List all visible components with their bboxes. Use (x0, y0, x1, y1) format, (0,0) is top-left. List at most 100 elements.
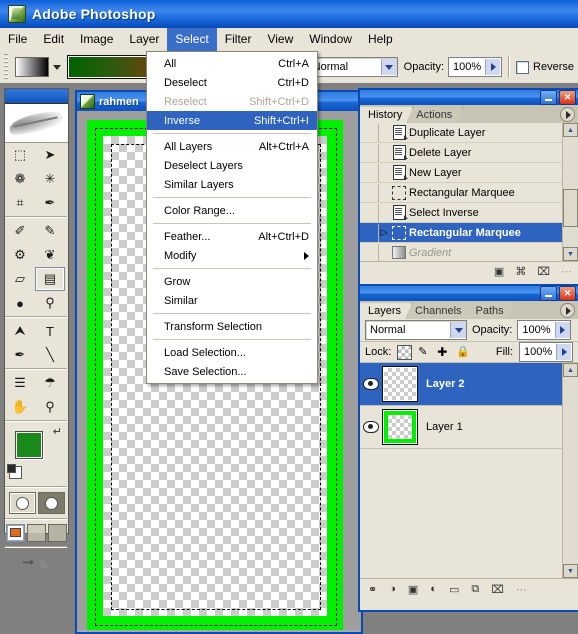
history-state-row[interactable]: New Layer (360, 163, 578, 183)
tab-paths[interactable]: Paths (468, 303, 515, 319)
menu-item-color-range[interactable]: Color Range... (147, 201, 317, 220)
blur-tool[interactable]: ● (5, 291, 35, 315)
menu-edit[interactable]: Edit (35, 28, 72, 51)
menu-window[interactable]: Window (301, 28, 360, 51)
menu-item-transform-selection[interactable]: Transform Selection (147, 317, 317, 336)
menu-item-modify[interactable]: Modify (147, 246, 317, 265)
panel-resize-grip[interactable]: ⋯ (516, 583, 527, 596)
history-source-box[interactable] (360, 123, 379, 142)
default-colors-icon[interactable] (7, 464, 22, 479)
menu-item-feather[interactable]: Feather... Alt+Ctrl+D (147, 227, 317, 246)
tab-actions[interactable]: Actions (408, 107, 463, 123)
lock-position-icon[interactable]: ✚ (437, 345, 450, 359)
jump-to-imageready-icon[interactable]: ➞ ◣ (5, 549, 68, 573)
layer-row-selected[interactable]: Layer 2 (360, 363, 578, 406)
menu-view[interactable]: View (259, 28, 301, 51)
lock-all-icon[interactable]: 🔒 (456, 346, 470, 359)
menu-item-load-selection[interactable]: Load Selection... (147, 343, 317, 362)
tab-history[interactable]: History (360, 107, 413, 123)
menu-filter[interactable]: Filter (217, 28, 260, 51)
pen-tool[interactable]: ✒ (5, 343, 35, 367)
chevron-down-icon[interactable] (380, 59, 397, 75)
chevron-down-icon[interactable] (450, 322, 466, 338)
menu-item-similar-layers[interactable]: Similar Layers (147, 175, 317, 194)
eyedropper-tool[interactable]: ☂ (35, 371, 65, 395)
lock-image-pixels-icon[interactable]: ✎ (418, 346, 431, 359)
new-group-icon[interactable]: ▭ (449, 583, 459, 596)
gradient-preset-swatch[interactable] (15, 57, 49, 77)
standard-mode-icon[interactable] (8, 492, 36, 514)
close-icon[interactable]: ✕ (559, 90, 576, 105)
chevron-down-icon[interactable] (53, 64, 61, 70)
history-state-row-undone[interactable]: Gradient (360, 243, 578, 261)
history-source-box[interactable] (360, 203, 379, 222)
history-source-box[interactable] (360, 223, 379, 242)
scroll-down-arrow-icon[interactable]: ▼ (563, 564, 578, 578)
opacity-slider-arrow-icon[interactable] (554, 322, 570, 338)
rectangular-marquee-tool[interactable]: ⬚ (5, 143, 35, 167)
history-source-box[interactable] (360, 163, 379, 182)
eraser-tool[interactable]: ▱ (5, 267, 35, 291)
menu-item-grow[interactable]: Grow (147, 272, 317, 291)
menu-select[interactable]: Select (167, 28, 217, 51)
delete-state-trash-icon[interactable]: ⌧ (537, 265, 550, 278)
layer-mask-icon[interactable]: ▣ (408, 583, 418, 596)
lock-transparency-icon[interactable] (397, 344, 413, 360)
lasso-tool[interactable]: ❁ (5, 167, 35, 191)
notes-tool[interactable]: ☰ (5, 371, 35, 395)
magic-wand-tool[interactable]: ✳ (35, 167, 65, 191)
history-state-list[interactable]: Duplicate Layer Delete Layer New Layer R… (360, 123, 578, 261)
layer-style-icon[interactable]: ◑ (389, 583, 396, 595)
quick-mask-mode-icon[interactable] (37, 492, 65, 514)
crop-tool[interactable]: ⌗ (5, 191, 35, 215)
delete-layer-trash-icon[interactable]: ⌧ (491, 583, 504, 596)
layer-blend-mode-select[interactable]: Normal (365, 320, 467, 340)
layer-visibility-toggle[interactable] (360, 421, 382, 433)
scroll-up-arrow-icon[interactable]: ▲ (563, 363, 578, 377)
history-source-box[interactable] (360, 183, 379, 202)
minimize-button[interactable] (540, 286, 557, 301)
layer-visibility-toggle[interactable] (360, 378, 382, 390)
history-state-row[interactable]: Delete Layer (360, 143, 578, 163)
panel-menu-icon[interactable] (560, 303, 575, 318)
link-layers-icon[interactable]: ⚭ (368, 583, 377, 596)
new-layer-icon[interactable]: ⧉ (471, 583, 479, 596)
menu-item-all[interactable]: All Ctrl+A (147, 54, 317, 73)
layers-list[interactable]: Layer 2 Layer 1 ▲ ▼ (360, 363, 578, 578)
history-scrollbar[interactable]: ▲ ▼ (562, 123, 578, 261)
layer-row[interactable]: Layer 1 (360, 406, 578, 449)
history-source-box[interactable] (360, 243, 379, 261)
history-source-box[interactable] (360, 143, 379, 162)
options-bar-gripper[interactable] (2, 54, 11, 80)
menu-item-inverse[interactable]: Inverse Shift+Ctrl+I (147, 111, 317, 130)
brush-tool[interactable]: ✎ (35, 219, 65, 243)
scroll-up-arrow-icon[interactable]: ▲ (563, 123, 578, 137)
menu-item-save-selection[interactable]: Save Selection... (147, 362, 317, 381)
minimize-button[interactable] (540, 90, 557, 105)
tab-layers[interactable]: Layers (360, 303, 412, 319)
foreground-color-swatch[interactable] (15, 431, 43, 459)
move-tool[interactable]: ➤ (35, 143, 65, 167)
dodge-tool[interactable]: ⚲ (35, 291, 65, 315)
history-state-row-current[interactable]: ▷ Rectangular Marquee (360, 223, 578, 243)
gradient-tool[interactable]: ▤ (35, 267, 65, 291)
history-state-row[interactable]: Rectangular Marquee (360, 183, 578, 203)
panel-resize-grip[interactable]: ⋯ (561, 265, 572, 278)
close-icon[interactable]: ✕ (559, 286, 576, 301)
menu-item-all-layers[interactable]: All Layers Alt+Ctrl+A (147, 137, 317, 156)
menu-image[interactable]: Image (72, 28, 121, 51)
menu-item-similar[interactable]: Similar (147, 291, 317, 310)
history-panel-title-bar[interactable]: ✕ (360, 90, 578, 105)
path-selection-tool[interactable]: ⮝ (5, 319, 35, 343)
menu-item-deselect[interactable]: Deselect Ctrl+D (147, 73, 317, 92)
layer-thumbnail[interactable] (382, 366, 418, 402)
scrollbar-thumb[interactable] (563, 189, 578, 227)
full-screen-mode[interactable] (48, 524, 67, 542)
layer-opacity-input[interactable]: 100% (517, 320, 572, 340)
create-new-snapshot-icon[interactable]: ⌘ (515, 265, 526, 278)
blend-mode-select[interactable]: Normal (307, 57, 398, 77)
create-document-from-state-icon[interactable]: ▣ (494, 265, 504, 278)
clone-stamp-tool[interactable]: ⚙ (5, 243, 35, 267)
hand-tool[interactable]: ✋ (5, 395, 35, 419)
full-screen-with-menubar[interactable] (27, 524, 46, 542)
